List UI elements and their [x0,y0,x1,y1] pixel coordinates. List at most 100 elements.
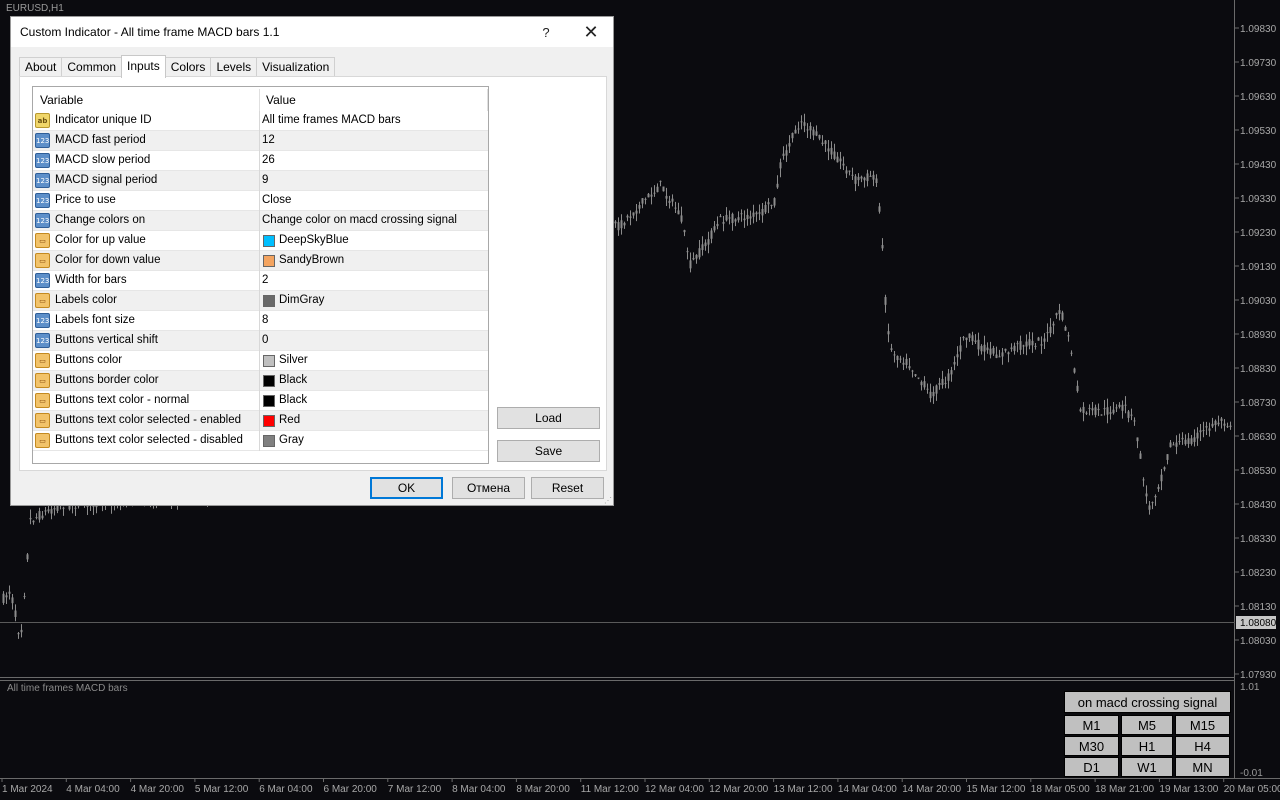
candle-body [875,178,878,183]
color-swatch[interactable] [263,415,275,427]
input-value[interactable]: 9 [262,174,268,186]
signal-mode-button[interactable]: on macd crossing signal [1064,691,1231,713]
input-value[interactable]: Black [279,374,307,386]
input-row[interactable]: 123 Labels font size 8 [33,311,488,331]
input-value[interactable]: DimGray [279,294,324,306]
candle-body [695,254,698,259]
input-value[interactable]: 2 [262,274,268,286]
input-value[interactable]: Black [279,394,307,406]
candle-body [1187,438,1190,444]
candle-body [956,354,959,358]
input-value[interactable]: Silver [279,354,308,366]
input-row[interactable]: ▭ Buttons text color - normal Black [33,391,488,411]
close-icon[interactable]: ✕ [576,20,606,44]
input-row[interactable]: ▭ Buttons color Silver [33,351,488,371]
ok-button[interactable]: OK [370,477,443,499]
reset-button[interactable]: Reset [531,477,604,499]
candle-body [794,129,797,134]
tf-button-m5[interactable]: M5 [1121,715,1173,735]
input-value[interactable]: Gray [279,434,304,446]
input-value[interactable]: Close [262,194,291,206]
color-swatch[interactable] [263,235,275,247]
dialog-titlebar[interactable]: Custom Indicator - All time frame MACD b… [11,17,613,47]
load-button[interactable]: Load [497,407,600,429]
color-swatch[interactable] [263,295,275,307]
tab-inputs[interactable]: Inputs [121,55,166,78]
candle-body [1205,426,1208,428]
input-value[interactable]: All time frames MACD bars [262,114,401,126]
candle-body [677,210,680,215]
candle-body [782,153,785,156]
color-swatch[interactable] [263,395,275,407]
input-value[interactable]: SandyBrown [279,254,344,266]
input-value[interactable]: 8 [262,314,268,326]
color-swatch[interactable] [263,375,275,387]
color-swatch[interactable] [263,255,275,267]
inputs-grid[interactable]: Variable Value ab Indicator unique ID All … [32,86,489,464]
tf-button-m15[interactable]: M15 [1175,715,1230,735]
input-name: MACD signal period [55,174,158,186]
input-row[interactable]: ▭ Color for up value DeepSkyBlue [33,231,488,251]
candle-body [767,202,770,205]
tab-common[interactable]: Common [61,57,123,77]
input-value[interactable]: 12 [262,134,275,146]
input-row[interactable]: 123 Buttons vertical shift 0 [33,331,488,351]
help-icon[interactable]: ? [531,20,561,44]
column-header-variable[interactable]: Variable [40,93,83,107]
candle-body [923,381,926,388]
candle-body [1196,432,1199,439]
dialog-tabs: About Common Inputs Colors Levels Visual… [19,55,336,78]
candle-body [1076,385,1079,392]
tab-about[interactable]: About [19,57,63,77]
resize-grip-icon[interactable]: ⋰ [604,497,612,505]
input-row[interactable]: ▭ Labels color DimGray [33,291,488,311]
candle-body [854,176,857,184]
subwindow-title: All time frames MACD bars [7,683,128,694]
tab-visualization[interactable]: Visualization [256,57,336,77]
save-button[interactable]: Save [497,440,600,462]
input-value[interactable]: Red [279,414,300,426]
input-row[interactable]: 123 MACD slow period 26 [33,151,488,171]
input-value[interactable]: 26 [262,154,275,166]
input-value[interactable]: DeepSkyBlue [279,234,349,246]
input-row[interactable]: 123 Change colors on Change color on macd … [33,211,488,231]
tf-button-h4[interactable]: H4 [1175,736,1230,756]
tf-button-m30[interactable]: M30 [1064,736,1119,756]
time-tick-label: 12 Mar 20:00 [709,784,768,795]
tf-button-w1[interactable]: W1 [1121,757,1173,777]
candle-body [5,595,8,598]
cancel-button[interactable]: Отмена [452,477,525,499]
input-row[interactable]: 123 Width for bars 2 [33,271,488,291]
input-row[interactable]: ▭ Buttons text color selected - disabled G… [33,431,488,451]
candle-body [1175,442,1178,447]
candle-body [641,198,644,204]
input-row[interactable]: 123 MACD fast period 12 [33,131,488,151]
candle-body [962,337,965,339]
tab-colors[interactable]: Colors [164,57,212,77]
input-value[interactable]: 0 [262,334,268,346]
candle-body [1088,407,1091,409]
candle-body [878,206,881,212]
input-row[interactable]: ▭ Color for down value SandyBrown [33,251,488,271]
tf-button-m1[interactable]: M1 [1064,715,1119,735]
time-tick-label: 8 Mar 04:00 [452,784,506,795]
candle-body [1226,426,1229,428]
tf-button-d1[interactable]: D1 [1064,757,1119,777]
tab-levels[interactable]: Levels [210,57,258,77]
candle-body [41,515,44,519]
color-swatch[interactable] [263,355,275,367]
input-row[interactable]: ab Indicator unique ID All time frames MAC… [33,111,488,131]
candle-body [707,239,710,245]
candle-body [1199,430,1202,433]
input-value[interactable]: Change color on macd crossing signal [262,214,457,226]
candle-body [1016,343,1019,345]
input-row[interactable]: ▭ Buttons text color selected - enabled Re… [33,411,488,431]
tf-button-h1[interactable]: H1 [1121,736,1173,756]
input-row[interactable]: 123 MACD signal period 9 [33,171,488,191]
input-row[interactable]: ▭ Buttons border color Black [33,371,488,391]
tf-button-mn[interactable]: MN [1175,757,1230,777]
column-header-value[interactable]: Value [266,93,296,107]
input-row[interactable]: 123 Price to use Close [33,191,488,211]
color-swatch[interactable] [263,435,275,447]
candle-body [860,176,863,179]
